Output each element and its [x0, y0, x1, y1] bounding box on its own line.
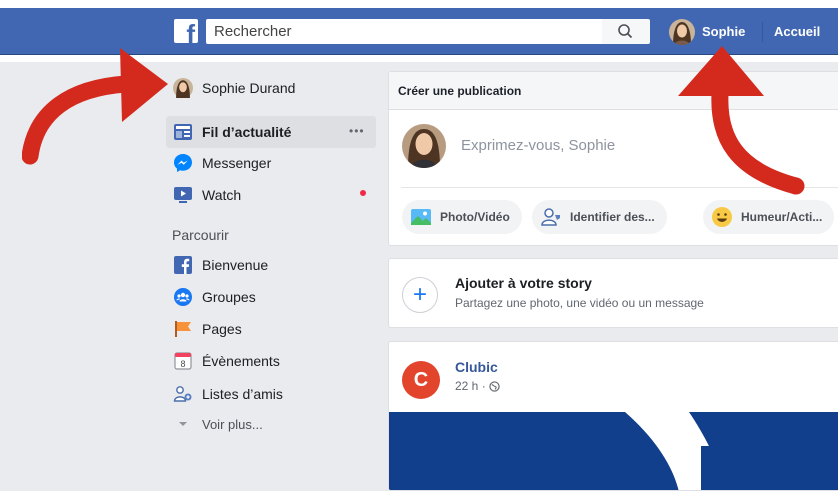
photo-video-button[interactable]: Photo/Vidéo — [402, 200, 522, 234]
sidebar-profile[interactable]: Sophie Durand — [172, 76, 295, 100]
search-icon — [618, 24, 633, 39]
sidebar-item-groups[interactable]: Groupes — [172, 285, 256, 309]
more-options-icon[interactable]: ••• — [349, 124, 365, 138]
caret-down-icon — [172, 413, 194, 435]
sidebar-item-label: Fil d’actualité — [202, 124, 292, 140]
story-subtitle: Partagez une photo, une vidéo ou un mess… — [455, 296, 704, 310]
see-more-link[interactable]: Voir plus... — [172, 412, 263, 436]
pill-label: Photo/Vidéo — [440, 210, 510, 224]
globe-icon — [489, 380, 500, 392]
post-meta: 22 h · — [455, 379, 500, 393]
facebook-logo-icon[interactable]: f — [174, 19, 198, 47]
tag-people-icon — [541, 208, 560, 226]
sidebar-item-label: Listes d’amis — [202, 386, 283, 402]
sidebar-item-messenger[interactable]: Messenger — [172, 151, 271, 175]
messenger-icon — [172, 152, 194, 174]
search-input[interactable] — [206, 19, 602, 44]
plus-icon[interactable]: + — [402, 277, 438, 313]
post-image[interactable] — [389, 412, 838, 490]
calendar-icon: 8 — [172, 350, 194, 372]
sidebar-item-news-feed[interactable]: Fil d’actualité — [172, 120, 291, 144]
feeling-activity-button[interactable]: Humeur/Acti... — [703, 200, 835, 234]
notification-dot — [360, 190, 366, 196]
search-button[interactable] — [602, 19, 650, 44]
section-title: Parcourir — [172, 227, 229, 243]
story-title: Ajouter à votre story — [455, 275, 592, 291]
sidebar-item-welcome[interactable]: Bienvenue — [172, 253, 268, 277]
sidebar-item-watch[interactable]: Watch — [172, 183, 241, 207]
sidebar-item-label: Groupes — [202, 289, 256, 305]
post-author[interactable]: Clubic — [455, 359, 498, 375]
clubic-logo-avatar[interactable]: C — [402, 361, 440, 399]
composer-input[interactable]: Exprimez-vous, Sophie — [461, 137, 615, 154]
create-post-title[interactable]: Créer une publication — [398, 84, 521, 98]
pill-label: Identifier des... — [570, 210, 655, 224]
sidebar-item-label: Watch — [202, 187, 242, 203]
groups-icon — [172, 286, 194, 308]
sidebar-item-label: Pages — [202, 321, 242, 337]
feed-post: C Clubic 22 h · — [388, 341, 838, 491]
sidebar-item-label: Messenger — [202, 155, 272, 171]
add-story-card[interactable]: + Ajouter à votre story Partagez une pho… — [388, 258, 838, 328]
sidebar-item-friend-lists[interactable]: Listes d’amis — [172, 382, 283, 406]
annotation-arrow-left — [22, 48, 168, 165]
watch-icon — [172, 184, 194, 206]
facebook-icon — [172, 254, 194, 276]
profile-avatar — [172, 77, 194, 99]
news-feed-icon — [172, 121, 194, 143]
pill-label: Humeur/Acti... — [741, 210, 823, 224]
see-more-label: Voir plus... — [202, 416, 263, 432]
logo-letter: f — [186, 19, 195, 49]
sidebar-item-pages[interactable]: Pages — [172, 317, 242, 341]
annotation-arrow-right — [678, 46, 805, 195]
sidebar-item-label: Bienvenue — [202, 257, 269, 273]
post-time[interactable]: 22 h · — [455, 379, 486, 393]
sidebar-item-label: Évènements — [202, 353, 280, 369]
calendar-day: 8 — [180, 359, 185, 369]
smiley-icon — [712, 207, 732, 227]
tag-friends-button[interactable]: Identifier des... — [532, 200, 667, 234]
photo-icon — [411, 209, 431, 225]
pages-flag-icon — [172, 318, 194, 340]
sidebar-item-events[interactable]: 8 Évènements — [172, 349, 280, 373]
home-link[interactable]: Accueil — [774, 24, 820, 39]
composer-avatar — [402, 124, 446, 168]
profile-name: Sophie Durand — [202, 80, 296, 96]
friends-list-icon — [172, 383, 194, 405]
user-name-link[interactable]: Sophie — [702, 24, 745, 39]
